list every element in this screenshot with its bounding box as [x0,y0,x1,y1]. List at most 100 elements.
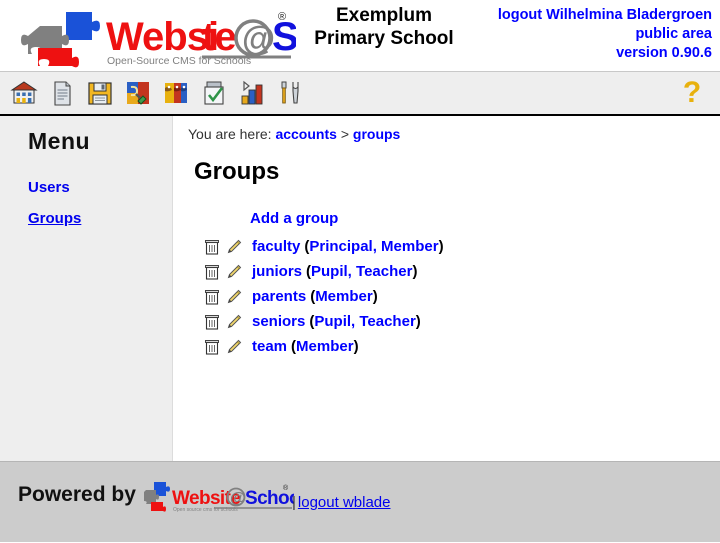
website-at-school-logo: Websi te @ School ® Open-Source CMS for … [6,4,400,68]
puzzle-pieces-icon [21,12,100,68]
account-info: logout Wilhelmina Bladergroen public are… [498,6,712,63]
trash-icon[interactable] [202,263,222,281]
roles-close-paren: ) [372,288,378,305]
pencil-icon[interactable] [224,288,244,306]
group-name-link[interactable]: seniors [252,313,305,330]
page-icon-svg [54,81,71,106]
area-label: public area [635,26,712,42]
add-group-row: Add a group [250,210,710,228]
school-name-line1: Exemplum [335,5,433,26]
pencil-icon-svg [227,239,242,253]
home-icon-svg [10,81,38,104]
pencil-icon-svg [227,314,242,328]
trash-icon-svg [205,289,219,305]
roles-text: Member [315,288,373,305]
footer-logout-link[interactable]: logout wblade [298,494,391,511]
main-toolbar: ? [0,72,720,116]
version-label: version 0.90.6 [616,45,712,61]
main-content: You are here: accounts > groups Groups A… [174,116,720,461]
floppy-disk-icon[interactable] [84,76,116,110]
pencil-icon[interactable] [224,238,244,256]
svg-text:te: te [202,15,236,59]
trash-icon[interactable] [202,338,222,356]
checklist-icon-svg [204,81,224,105]
footer-logo-svg: Website @ School ® Open source cms for s… [137,482,305,513]
sidebar-item-users[interactable]: Users [28,179,70,196]
footer-logo-tagline: Open source cms for schools [173,507,238,513]
roles-close-paren: ) [353,338,359,355]
pencil-icon-svg [227,264,242,278]
pencil-icon[interactable] [224,313,244,331]
pencil-icon-svg [227,289,242,303]
trash-icon-svg [205,264,219,280]
pencil-icon[interactable] [224,338,244,356]
table-row: parents (Member) [202,284,710,309]
tools-icon[interactable] [274,76,306,110]
roles-text: Principal, Member [309,238,439,255]
trash-icon[interactable] [202,288,222,306]
school-name: Exemplum Primary School [300,4,468,50]
page-header: Websi te @ School ® Open-Source CMS for … [0,0,720,72]
toolbar-icon-group [8,76,306,110]
puzzle-tools-icon[interactable] [122,76,154,110]
page-body: Menu Users Groups You are here: accounts… [0,116,720,461]
breadcrumb-groups[interactable]: groups [353,126,400,142]
trash-icon-svg [205,314,219,330]
tools-icon-svg [281,81,299,104]
svg-text:®: ® [278,11,286,23]
help-icon[interactable]: ? [678,77,706,109]
group-roles: (Member) [291,338,359,355]
add-group-link[interactable]: Add a group [250,210,338,227]
logout-link[interactable]: logout Wilhelmina Bladergroen [498,6,712,25]
school-name-line2: Primary School [314,28,454,49]
group-name-link[interactable]: juniors [252,263,302,280]
sidebar-item-groups[interactable]: Groups [28,210,81,227]
group-roles: (Pupil, Teacher) [309,313,420,330]
bar-chart-icon[interactable] [236,76,268,110]
svg-text:@: @ [230,490,246,507]
svg-text:@: @ [242,20,275,58]
svg-text:Open-Source CMS for Schools: Open-Source CMS for Schools [107,55,251,67]
group-name-link[interactable]: parents [252,288,306,305]
group-roles: (Principal, Member) [304,238,443,255]
app-window: Websi te @ School ® Open-Source CMS for … [0,0,720,543]
footer-separator: | [292,494,296,511]
users-faces-icon[interactable] [160,76,192,110]
help-icon-glyph: ? [682,76,702,109]
puzzle-tools-icon-svg [127,82,149,105]
checklist-icon[interactable] [198,76,230,110]
group-name-link[interactable]: team [252,338,287,355]
footer-branding: Powered by Website @ School ® Open sourc… [18,478,305,514]
roles-text: Member [296,338,354,355]
footer-logout: | logout wblade [292,494,390,511]
roles-text: Pupil, Teacher [311,263,413,280]
sidebar-menu: Users Groups [28,179,172,241]
sidebar-item-users-wrap: Users [28,179,172,210]
breadcrumb-separator: > [340,126,349,142]
breadcrumb: You are here: accounts > groups [188,126,710,142]
pencil-icon-svg [227,339,242,353]
page-icon[interactable] [46,76,78,110]
sidebar-title: Menu [28,128,91,154]
sidebar: Menu Users Groups [0,116,173,461]
table-row: faculty (Principal, Member) [202,234,710,259]
users-faces-icon-svg [165,83,187,103]
pencil-icon[interactable] [224,263,244,281]
footer-logo: Website @ School ® Open source cms for s… [137,480,305,514]
trash-icon[interactable] [202,313,222,331]
roles-text: Pupil, Teacher [314,313,416,330]
roles-close-paren: ) [438,238,444,255]
floppy-disk-icon-svg [88,82,112,105]
page-footer: Powered by Website @ School ® Open sourc… [0,461,720,542]
group-name-link[interactable]: faculty [252,238,300,255]
groups-list: Add a group faculty (Principal, Member) … [188,210,710,359]
trash-icon[interactable] [202,238,222,256]
home-icon[interactable] [8,76,40,110]
breadcrumb-accounts[interactable]: accounts [275,126,336,142]
table-row: team (Member) [202,334,710,359]
roles-close-paren: ) [415,313,421,330]
bar-chart-icon-svg [241,80,263,105]
sidebar-item-groups-wrap: Groups [28,210,172,241]
roles-close-paren: ) [412,263,418,280]
table-row: seniors (Pupil, Teacher) [202,309,710,334]
